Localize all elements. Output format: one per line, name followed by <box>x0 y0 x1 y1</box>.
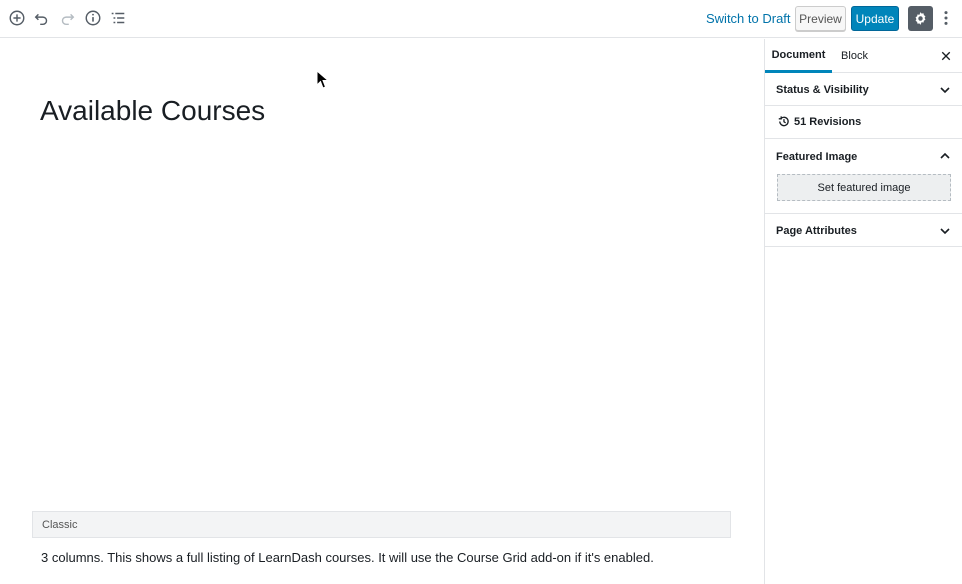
redo-icon[interactable] <box>57 8 77 28</box>
panel-featured-image: Featured Image Set featured image <box>765 139 962 214</box>
tab-block[interactable]: Block <box>832 39 877 73</box>
mouse-cursor-icon <box>316 70 330 89</box>
sidebar-tabs: Document Block <box>765 39 962 73</box>
info-icon[interactable] <box>83 8 103 28</box>
revisions-label: 51 Revisions <box>794 115 862 128</box>
editor-toolbar: Switch to Draft Preview Update <box>0 0 962 38</box>
close-icon <box>941 51 951 61</box>
switch-to-draft-button[interactable]: Switch to Draft <box>706 11 791 26</box>
chevron-down-icon <box>940 87 950 94</box>
settings-button[interactable] <box>908 6 933 31</box>
panel-title-status-visibility: Status & Visibility <box>776 84 869 96</box>
revisions-link[interactable]: 51 Revisions <box>777 115 861 128</box>
panel-title-page-attributes: Page Attributes <box>776 225 857 237</box>
panel-title-featured-image[interactable]: Featured Image <box>776 151 857 163</box>
more-vertical-icon <box>944 11 948 25</box>
post-title[interactable]: Available Courses <box>40 95 265 127</box>
more-options-button[interactable] <box>938 8 954 28</box>
classic-block-label: Classic <box>42 518 78 531</box>
close-sidebar-button[interactable] <box>939 49 953 63</box>
preview-button[interactable]: Preview <box>795 6 846 31</box>
panel-status-visibility[interactable]: Status & Visibility <box>765 73 962 106</box>
settings-sidebar: Document Block Status & Visibility 51 Re… <box>764 39 962 584</box>
classic-block-content[interactable]: 3 columns. This shows a full listing of … <box>41 550 654 565</box>
tab-document[interactable]: Document <box>765 39 832 73</box>
block-navigation-icon[interactable] <box>108 8 128 28</box>
set-featured-image-button[interactable]: Set featured image <box>777 174 951 201</box>
editor-canvas: Available Courses Classic 3 columns. Thi… <box>0 39 764 584</box>
undo-icon[interactable] <box>32 8 52 28</box>
add-block-icon[interactable] <box>7 8 27 28</box>
gear-icon <box>915 12 926 25</box>
chevron-up-icon[interactable] <box>939 150 951 162</box>
update-button[interactable]: Update <box>851 6 899 31</box>
history-icon <box>778 116 789 127</box>
classic-block-toolbar[interactable]: Classic <box>32 511 731 538</box>
chevron-down-icon <box>940 228 950 235</box>
panel-page-attributes[interactable]: Page Attributes <box>765 214 962 247</box>
panel-revisions: 51 Revisions <box>765 106 962 139</box>
